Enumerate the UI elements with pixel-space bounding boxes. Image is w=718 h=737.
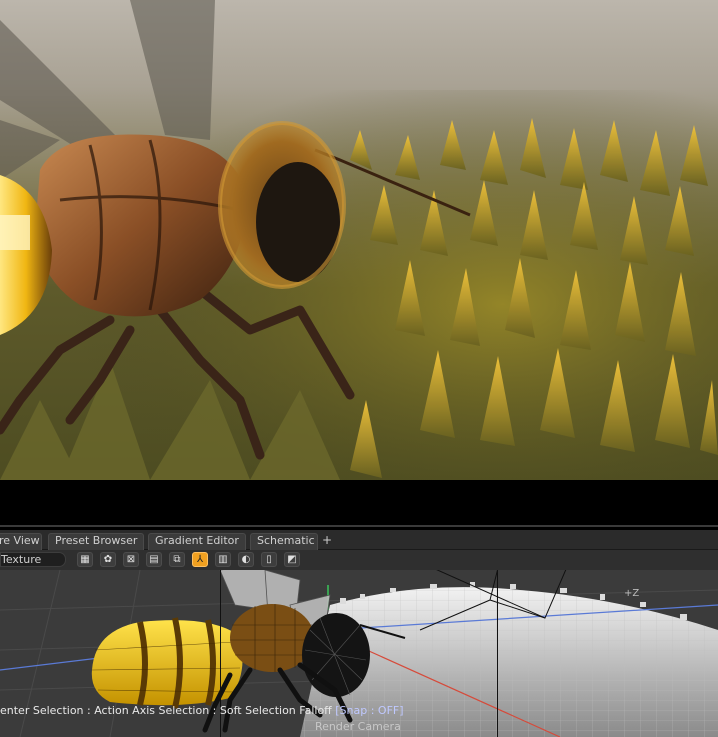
axis-icon[interactable]: ⅄ — [192, 552, 208, 567]
status-text: enter Selection : Action Axis Selection … — [0, 704, 336, 717]
render-preview — [0, 0, 718, 480]
axis-z-label: +Z — [624, 588, 640, 599]
shield-icon[interactable]: ◐ — [238, 552, 254, 567]
hatch-icon[interactable]: ▤ — [146, 552, 162, 567]
flower-icon[interactable]: ✿ — [100, 552, 116, 567]
render-gap — [0, 480, 718, 527]
cross-box-icon[interactable]: ⊠ — [123, 552, 139, 567]
camera-label: Render Camera — [315, 720, 401, 733]
diagonal-icon[interactable]: ◩ — [284, 552, 300, 567]
tab-gradient-editor[interactable]: Gradient Editor — [148, 533, 246, 550]
layers-icon[interactable]: ⧉ — [169, 552, 185, 567]
viewport-divider-right — [497, 570, 498, 737]
shading-mode-select[interactable]: Texture — [0, 552, 66, 567]
viewport-toolbar: Texture ▦ ✿ ⊠ ▤ ⧉ ⅄ ▥ ◐ ▯ ◩ — [0, 550, 718, 570]
tab-texture-view[interactable]: re View — [0, 533, 42, 550]
tab-bar: re View Preset Browser Gradient Editor S… — [0, 530, 718, 550]
tab-preset-browser[interactable]: Preset Browser — [48, 533, 144, 550]
add-tab-button[interactable]: + — [322, 533, 332, 548]
panel-separator — [0, 525, 718, 527]
selection-status: enter Selection : Action Axis Selection … — [0, 704, 480, 718]
snap-status: [Snap : OFF] — [335, 704, 404, 717]
grid-icon[interactable]: ▥ — [215, 552, 231, 567]
book-icon[interactable]: ▯ — [261, 552, 277, 567]
tab-schematic[interactable]: Schematic — [250, 533, 318, 550]
checker-icon[interactable]: ▦ — [77, 552, 93, 567]
bee-render-image — [0, 0, 718, 480]
